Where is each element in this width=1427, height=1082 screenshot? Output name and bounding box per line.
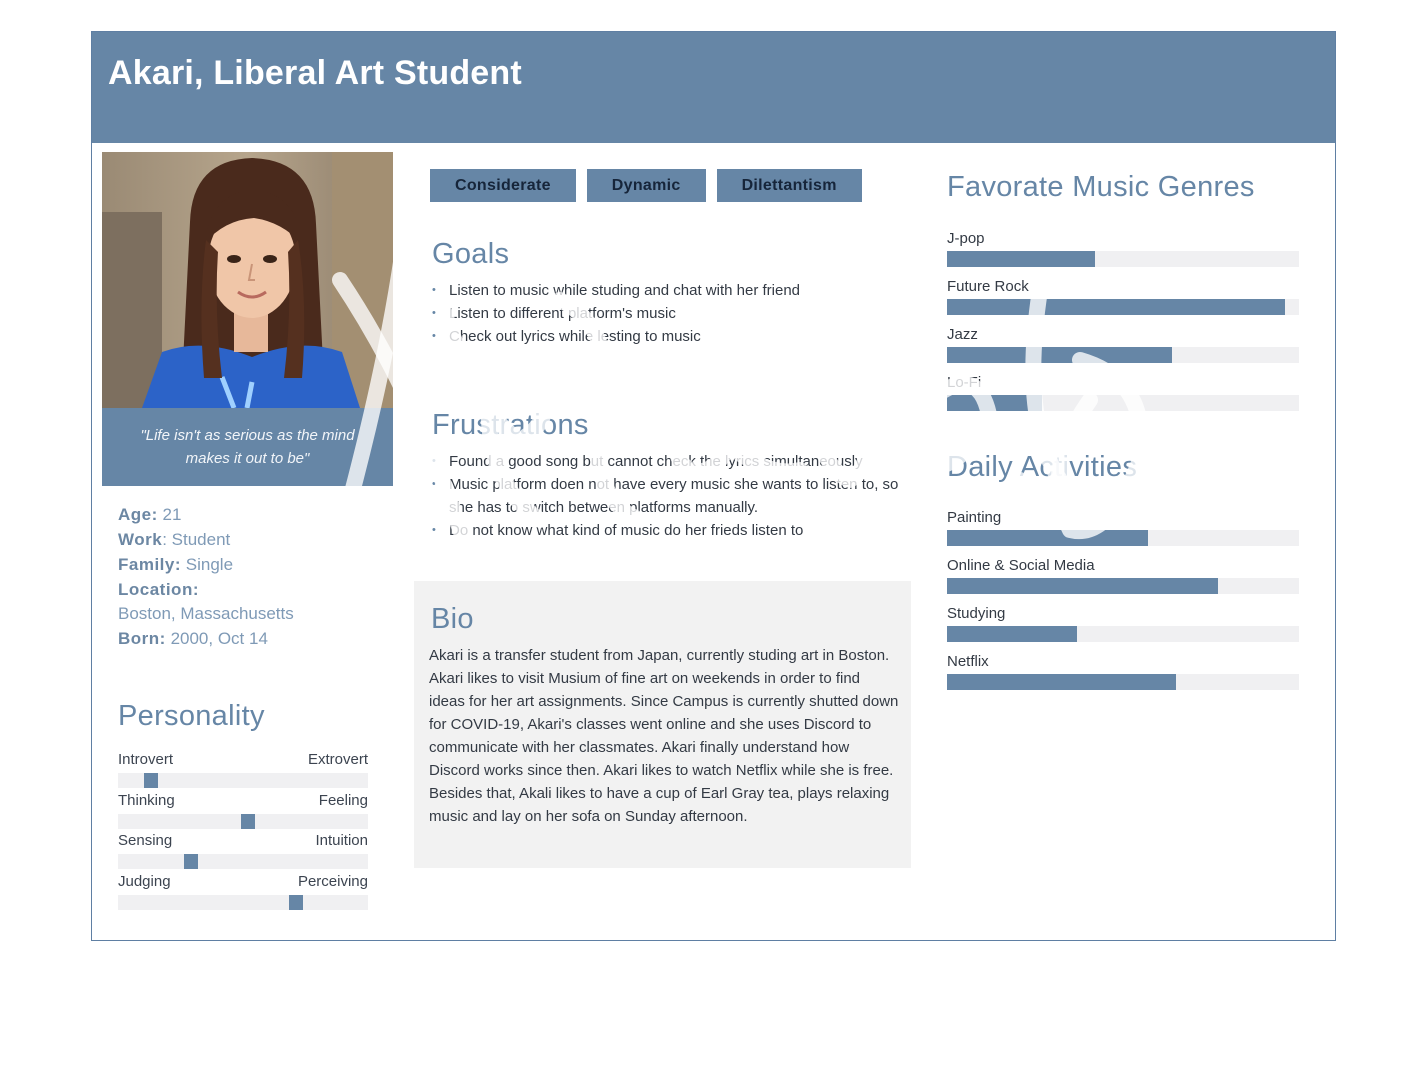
persona-card: Akari, Liberal Art Student "Life isn't a… (91, 31, 1336, 941)
age-label: Age: (118, 505, 158, 524)
scale-right-label: Intuition (315, 832, 368, 849)
family-label: Family: (118, 555, 182, 574)
bar-track (947, 251, 1299, 267)
bar-fill (947, 674, 1176, 690)
personality-scale: Introvert Extrovert (118, 751, 368, 788)
scale-marker (241, 814, 255, 829)
bar-item: Lo-Fi (947, 373, 1299, 411)
bar-fill (947, 395, 1042, 411)
age-value: 21 (162, 505, 182, 524)
persona-quote: "Life isn't as serious as the mind makes… (140, 427, 355, 467)
scale-marker (144, 773, 158, 788)
portrait-photo-icon (102, 152, 393, 408)
tag-considerate: Considerate (430, 169, 576, 202)
list-item: Do not know what kind of music do her fr… (432, 519, 907, 542)
born-value: 2000, Oct 14 (170, 629, 268, 648)
list-item: Music platform doen not have every music… (432, 473, 907, 519)
scale-marker (184, 854, 198, 869)
bar-label: Jazz (947, 326, 978, 343)
list-item: Listen to different platform's music (432, 302, 912, 325)
scale-right-label: Feeling (318, 792, 368, 809)
bar-track (947, 674, 1299, 690)
family-value: Single (185, 555, 234, 574)
bar-item: Studying (947, 604, 1299, 642)
bio-text: Akari is a transfer student from Japan, … (429, 647, 899, 825)
work-row: Work: Student (118, 527, 378, 552)
tag-dilettantism: Dilettantism (716, 169, 862, 202)
scale-left-label: Judging (118, 873, 171, 890)
bar-label: Painting (947, 509, 1002, 526)
scale-track (118, 895, 368, 910)
scale-left-label: Introvert (118, 751, 174, 768)
scale-left-label: Sensing (118, 832, 173, 849)
frustrations-title: Frustrations (432, 409, 589, 441)
bar-item: Future Rock (947, 277, 1299, 315)
frustrations-list: Found a good song but cannot check the l… (432, 450, 907, 542)
bar-track (947, 578, 1299, 594)
bar-fill (947, 530, 1148, 546)
demographics: Age: 21 Work: Student Family: Single Loc… (118, 502, 378, 651)
persona-title: Akari, Liberal Art Student (108, 54, 522, 92)
activities-title: Daily Activities (947, 451, 1138, 483)
bar-item: Jazz (947, 325, 1299, 363)
location-value: Boston, Massachusetts (118, 604, 294, 623)
scale-labels: Judging Perceiving (118, 873, 368, 893)
bar-fill (947, 347, 1172, 363)
bar-item: Painting (947, 508, 1299, 546)
list-item: Found a good song but cannot check the l… (432, 450, 907, 473)
bar-label: Lo-Fi (947, 374, 982, 391)
bar-track (947, 626, 1299, 642)
work-label: Work (118, 530, 163, 549)
trait-tags: Considerate Dynamic Dilettantism (430, 169, 862, 202)
scale-labels: Sensing Intuition (118, 832, 368, 852)
bar-track (947, 395, 1299, 411)
bar-fill (947, 626, 1077, 642)
bar-fill (947, 299, 1285, 315)
bar-label: Netflix (947, 653, 989, 670)
list-item: Listen to music while studing and chat w… (432, 279, 912, 302)
personality-scale: Judging Perceiving (118, 873, 368, 910)
goals-list: Listen to music while studing and chat w… (432, 279, 912, 348)
work-value: : Student (162, 530, 231, 549)
scale-marker (289, 895, 303, 910)
scale-left-label: Thinking (118, 792, 175, 809)
bar-item: Netflix (947, 652, 1299, 690)
bar-item: Online & Social Media (947, 556, 1299, 594)
scale-right-label: Perceiving (297, 873, 368, 890)
persona-header: Akari, Liberal Art Student (92, 32, 1335, 143)
bio-box: Bio Akari is a transfer student from Jap… (414, 581, 911, 868)
scale-track (118, 814, 368, 829)
scale-labels: Introvert Extrovert (118, 751, 368, 771)
goals-title: Goals (432, 238, 510, 270)
bar-track (947, 299, 1299, 315)
persona-photo (102, 152, 393, 408)
personality-scale: Sensing Intuition (118, 832, 368, 869)
born-row: Born: 2000, Oct 14 (118, 626, 378, 651)
bar-label: Studying (947, 605, 1006, 622)
bio-title: Bio (431, 603, 474, 635)
bar-fill (947, 578, 1218, 594)
personality-scale: Thinking Feeling (118, 792, 368, 829)
bar-label: Future Rock (947, 278, 1029, 295)
family-row: Family: Single (118, 552, 378, 577)
bar-track (947, 530, 1299, 546)
scale-track (118, 773, 368, 788)
scale-right-label: Extrovert (307, 751, 368, 768)
scale-labels: Thinking Feeling (118, 792, 368, 812)
tag-dynamic: Dynamic (586, 169, 706, 202)
bar-track (947, 347, 1299, 363)
quote-box: "Life isn't as serious as the mind makes… (102, 408, 393, 486)
scale-track (118, 854, 368, 869)
born-label: Born: (118, 629, 166, 648)
list-item: Check out lyrics while lesting to music (432, 325, 912, 348)
bar-item: J-pop (947, 229, 1299, 267)
location-label: Location: (118, 580, 199, 599)
bar-label: J-pop (947, 230, 985, 247)
bar-fill (947, 251, 1095, 267)
bar-label: Online & Social Media (947, 557, 1095, 574)
personality-title: Personality (118, 700, 265, 732)
age-row: Age: 21 (118, 502, 378, 527)
genres-title: Favorate Music Genres (947, 171, 1255, 203)
